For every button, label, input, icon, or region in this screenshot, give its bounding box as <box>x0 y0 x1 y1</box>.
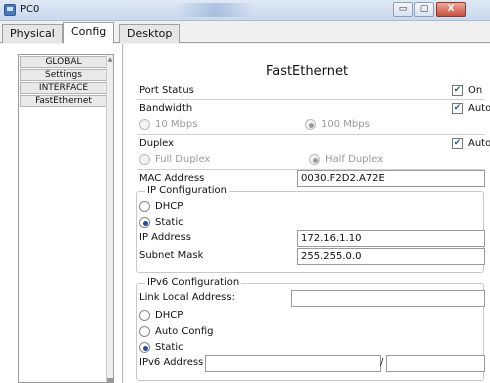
tab-config[interactable]: Config <box>63 22 115 44</box>
mac-address-field[interactable]: 0030.F2D2.A72E <box>297 170 485 187</box>
ip-configuration-legend: IP Configuration <box>145 185 229 196</box>
prefix-slash: / <box>380 357 384 368</box>
radio-ipv4-dhcp[interactable] <box>139 201 150 212</box>
close-button[interactable]: X <box>436 2 466 17</box>
ipv6-dhcp-row: DHCP <box>137 308 485 324</box>
duplex-options-row: Full Duplex Half Duplex <box>137 152 485 168</box>
radio-ipv4-static[interactable] <box>139 217 150 228</box>
radio-half-duplex-label: Half Duplex <box>325 154 384 165</box>
radio-full-duplex[interactable] <box>139 154 150 165</box>
nav-item-settings[interactable]: Settings <box>19 69 108 81</box>
nav-scrollbar[interactable]: ▲ <box>106 55 113 382</box>
radio-ipv6-static[interactable] <box>139 342 150 353</box>
config-nav-list: GLOBAL Settings INTERFACE FastEthernet ▲ <box>18 54 114 383</box>
maximize-button[interactable]: ▢ <box>414 2 434 17</box>
ip-address-field[interactable]: 172.16.1.10 <box>297 230 485 247</box>
ipv6-auto-config-row: Auto Config <box>137 324 485 340</box>
bandwidth-auto-checkbox[interactable]: ✔ <box>452 103 463 114</box>
radio-ipv6-dhcp-label: DHCP <box>155 310 184 321</box>
radio-half-duplex[interactable] <box>309 154 320 165</box>
bandwidth-options-row: 10 Mbps 100 Mbps <box>137 117 485 133</box>
duplex-row: Duplex ✔ Auto <box>137 136 490 152</box>
nav-item-global[interactable]: GLOBAL <box>19 56 108 68</box>
port-status-on-label: On <box>468 85 483 96</box>
nav-item-interface[interactable]: INTERFACE <box>19 82 108 94</box>
pc-icon <box>4 4 16 16</box>
radio-ipv4-dhcp-label: DHCP <box>155 201 184 212</box>
left-panel: GLOBAL Settings INTERFACE FastEthernet ▲ <box>0 44 123 383</box>
ip-address-label: IP Address <box>139 232 191 243</box>
duplex-auto-checkbox[interactable]: ✔ <box>452 138 463 149</box>
nav-item-fastethernet[interactable]: FastEthernet <box>19 95 108 107</box>
scroll-thumb[interactable] <box>107 378 113 382</box>
interface-config-panel: FastEthernet Port Status ✔ On Bandwidth … <box>124 44 490 383</box>
window-title: PC0 <box>20 4 40 15</box>
link-local-row: Link Local Address: <box>137 290 485 307</box>
ipv6-configuration-legend: IPv6 Configuration <box>145 277 242 288</box>
duplex-label: Duplex <box>139 138 175 149</box>
ipv4-static-row: Static <box>137 215 485 231</box>
radio-ipv4-static-label: Static <box>155 217 184 228</box>
title-bar-glow <box>175 3 255 17</box>
link-local-address-field[interactable] <box>291 290 485 307</box>
radio-10mbps-label: 10 Mbps <box>155 119 198 130</box>
radio-100mbps-label: 100 Mbps <box>321 119 370 130</box>
mac-address-label: MAC Address <box>139 173 205 184</box>
subnet-mask-field[interactable]: 255.255.0.0 <box>297 248 485 265</box>
ipv4-dhcp-row: DHCP <box>137 199 485 215</box>
tab-desktop[interactable]: Desktop <box>119 24 181 43</box>
ipv6-static-row: Static <box>137 340 485 356</box>
port-status-row: Port Status ✔ On <box>137 83 485 99</box>
title-bar: PC0 ▭ ▢ X <box>0 0 490 21</box>
radio-10mbps[interactable] <box>139 119 150 130</box>
radio-100mbps[interactable] <box>305 119 316 130</box>
scroll-up-icon[interactable]: ▲ <box>107 57 113 63</box>
port-status-checkbox[interactable]: ✔ <box>452 85 463 96</box>
minimize-button[interactable]: ▭ <box>393 2 413 17</box>
radio-ipv6-dhcp[interactable] <box>139 310 150 321</box>
link-local-label: Link Local Address: <box>139 292 235 303</box>
subnet-mask-label: Subnet Mask <box>139 250 204 261</box>
tab-bar: Physical Config Desktop <box>0 22 490 44</box>
divider <box>137 99 485 100</box>
panel-title: FastEthernet <box>265 64 349 79</box>
mac-address-row: MAC Address 0030.F2D2.A72E <box>137 169 485 187</box>
ipv6-address-row: IPv6 Address / <box>137 355 485 372</box>
tab-physical[interactable]: Physical <box>2 24 63 43</box>
radio-ipv6-static-label: Static <box>155 342 184 353</box>
radio-ipv6-auto-config[interactable] <box>139 326 150 337</box>
subnet-mask-row: Subnet Mask 255.255.0.0 <box>137 248 485 265</box>
radio-ipv6-auto-config-label: Auto Config <box>155 326 214 337</box>
radio-full-duplex-label: Full Duplex <box>155 154 211 165</box>
ip-address-row: IP Address 172.16.1.10 <box>137 230 485 247</box>
divider <box>137 134 485 135</box>
ipv6-prefix-field[interactable] <box>386 355 485 372</box>
bandwidth-label: Bandwidth <box>139 103 193 114</box>
ipv6-address-field[interactable] <box>205 355 381 372</box>
duplex-auto-label: Auto <box>468 138 490 149</box>
bandwidth-auto-label: Auto <box>468 103 490 114</box>
bandwidth-row: Bandwidth ✔ Auto <box>137 101 490 117</box>
ipv6-address-label: IPv6 Address <box>139 357 204 368</box>
port-status-label: Port Status <box>139 85 194 96</box>
